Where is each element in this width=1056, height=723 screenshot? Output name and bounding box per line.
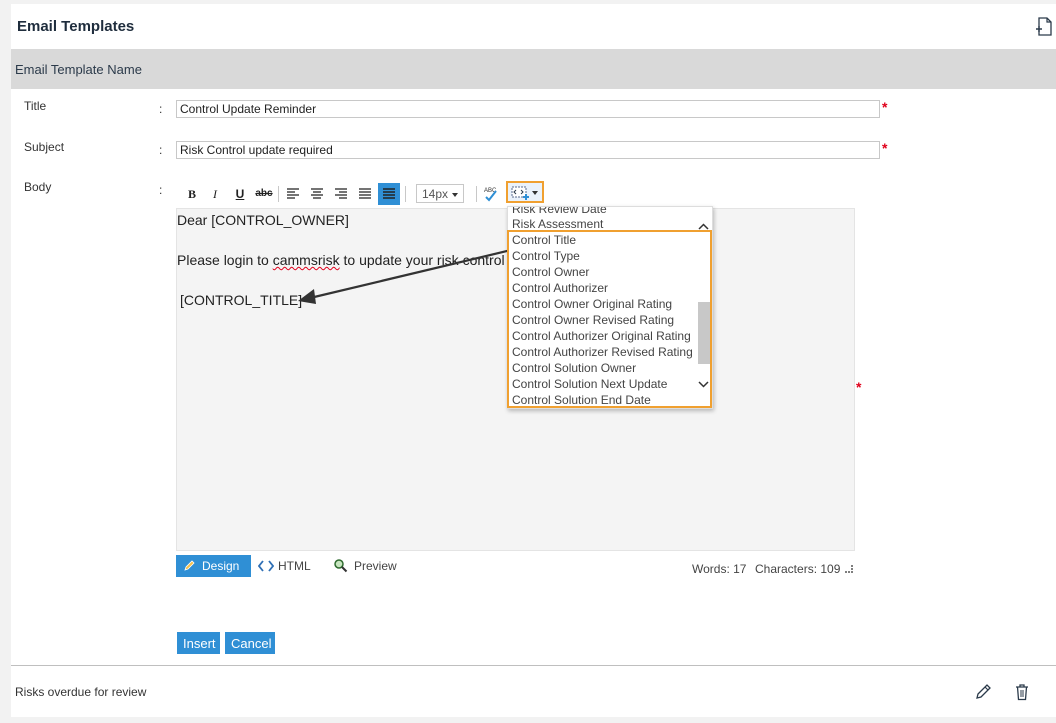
menu-item[interactable]: Risk Assessment — [512, 217, 603, 231]
font-size-select[interactable]: 14px — [416, 184, 464, 203]
cancel-button[interactable]: Cancel — [225, 632, 275, 654]
menu-item[interactable]: Control Title — [512, 233, 576, 247]
divider — [11, 665, 1056, 666]
title-label: Title — [24, 99, 47, 113]
tab-html[interactable]: HTML — [256, 555, 316, 577]
tab-preview[interactable]: Preview — [332, 555, 402, 577]
title-input[interactable] — [176, 100, 880, 118]
section-title: Email Template Name — [15, 62, 142, 77]
subject-label: Subject — [24, 140, 65, 154]
subject-input[interactable] — [176, 141, 880, 159]
menu-item[interactable]: Control Solution Next Update — [512, 377, 667, 391]
body-colon: : — [159, 183, 163, 197]
tab-preview-label: Preview — [354, 559, 397, 573]
title-colon: : — [159, 102, 163, 116]
menu-item[interactable]: Control Solution End Date — [512, 393, 651, 407]
pencil-icon — [184, 560, 195, 571]
scrollbar-thumb[interactable] — [698, 302, 710, 364]
page-title: Email Templates — [17, 18, 135, 35]
menu-scrollbar[interactable] — [695, 207, 712, 408]
tab-html-label: HTML — [278, 559, 311, 573]
template-row-name[interactable]: Risks overdue for review — [15, 685, 146, 699]
toolbar-separator — [476, 186, 477, 202]
menu-item[interactable]: Control Authorizer Original Rating — [512, 329, 691, 343]
annotation-arrow-icon — [298, 244, 529, 304]
menu-item[interactable]: Control Owner Revised Rating — [512, 313, 674, 327]
strikethrough-button[interactable]: abc — [253, 183, 275, 205]
align-right-icon[interactable] — [330, 183, 352, 205]
align-left-icon[interactable] — [282, 183, 304, 205]
editor-text: Please login to — [177, 252, 273, 268]
align-center-icon[interactable] — [306, 183, 328, 205]
chevron-up-icon[interactable] — [698, 223, 709, 230]
word-count: Words: 17 — [692, 562, 747, 576]
code-icon — [258, 560, 274, 572]
toolbar-separator — [278, 186, 279, 202]
tab-design-label: Design — [202, 559, 240, 573]
body-label: Body — [24, 180, 52, 194]
insert-field-menu[interactable]: Risk Review Date Risk Assessment Control… — [507, 206, 713, 409]
editor-line-placeholder: [CONTROL_TITLE] — [180, 292, 303, 308]
menu-item[interactable]: Control Owner — [512, 265, 589, 279]
justify-full-icon[interactable] — [378, 183, 400, 205]
subject-required-mark: * — [882, 140, 888, 156]
character-count: Characters: 109 — [755, 562, 841, 576]
insert-button[interactable]: Insert — [177, 632, 220, 654]
magnifier-icon — [334, 559, 348, 573]
underline-button[interactable]: U — [229, 183, 251, 205]
menu-item[interactable]: Risk Review Date — [512, 207, 607, 216]
insert-field-icon — [511, 186, 529, 200]
new-document-icon[interactable] — [1035, 17, 1053, 37]
body-required-mark: * — [856, 379, 862, 395]
menu-item[interactable]: Control Solution Owner — [512, 361, 636, 375]
chevron-down-icon — [452, 193, 458, 197]
justify-icon[interactable] — [354, 183, 376, 205]
delete-trash-icon[interactable] — [1013, 683, 1031, 701]
subject-colon: : — [159, 143, 163, 157]
title-required-mark: * — [882, 99, 888, 115]
italic-button[interactable]: I — [204, 183, 226, 205]
menu-item[interactable]: Control Owner Original Rating — [512, 297, 672, 311]
bold-button[interactable]: B — [181, 183, 203, 205]
edit-pencil-icon[interactable] — [974, 683, 992, 701]
editor-line-greeting: Dear [CONTROL_OWNER] — [177, 212, 349, 228]
chevron-down-icon — [532, 191, 538, 195]
menu-item[interactable]: Control Authorizer — [512, 281, 608, 295]
tab-design[interactable]: Design — [176, 555, 251, 577]
chevron-down-icon[interactable] — [698, 381, 709, 388]
resize-handle-icon[interactable] — [844, 564, 854, 574]
insert-field-button[interactable] — [506, 181, 544, 203]
section-header: Email Template Name — [11, 49, 1056, 89]
toolbar-separator — [405, 186, 406, 202]
menu-item[interactable]: Control Type — [512, 249, 580, 263]
spellcheck-icon[interactable]: ABC — [480, 183, 502, 205]
menu-item[interactable]: Control Authorizer Revised Rating — [512, 345, 693, 359]
font-size-value: 14px — [422, 187, 449, 201]
